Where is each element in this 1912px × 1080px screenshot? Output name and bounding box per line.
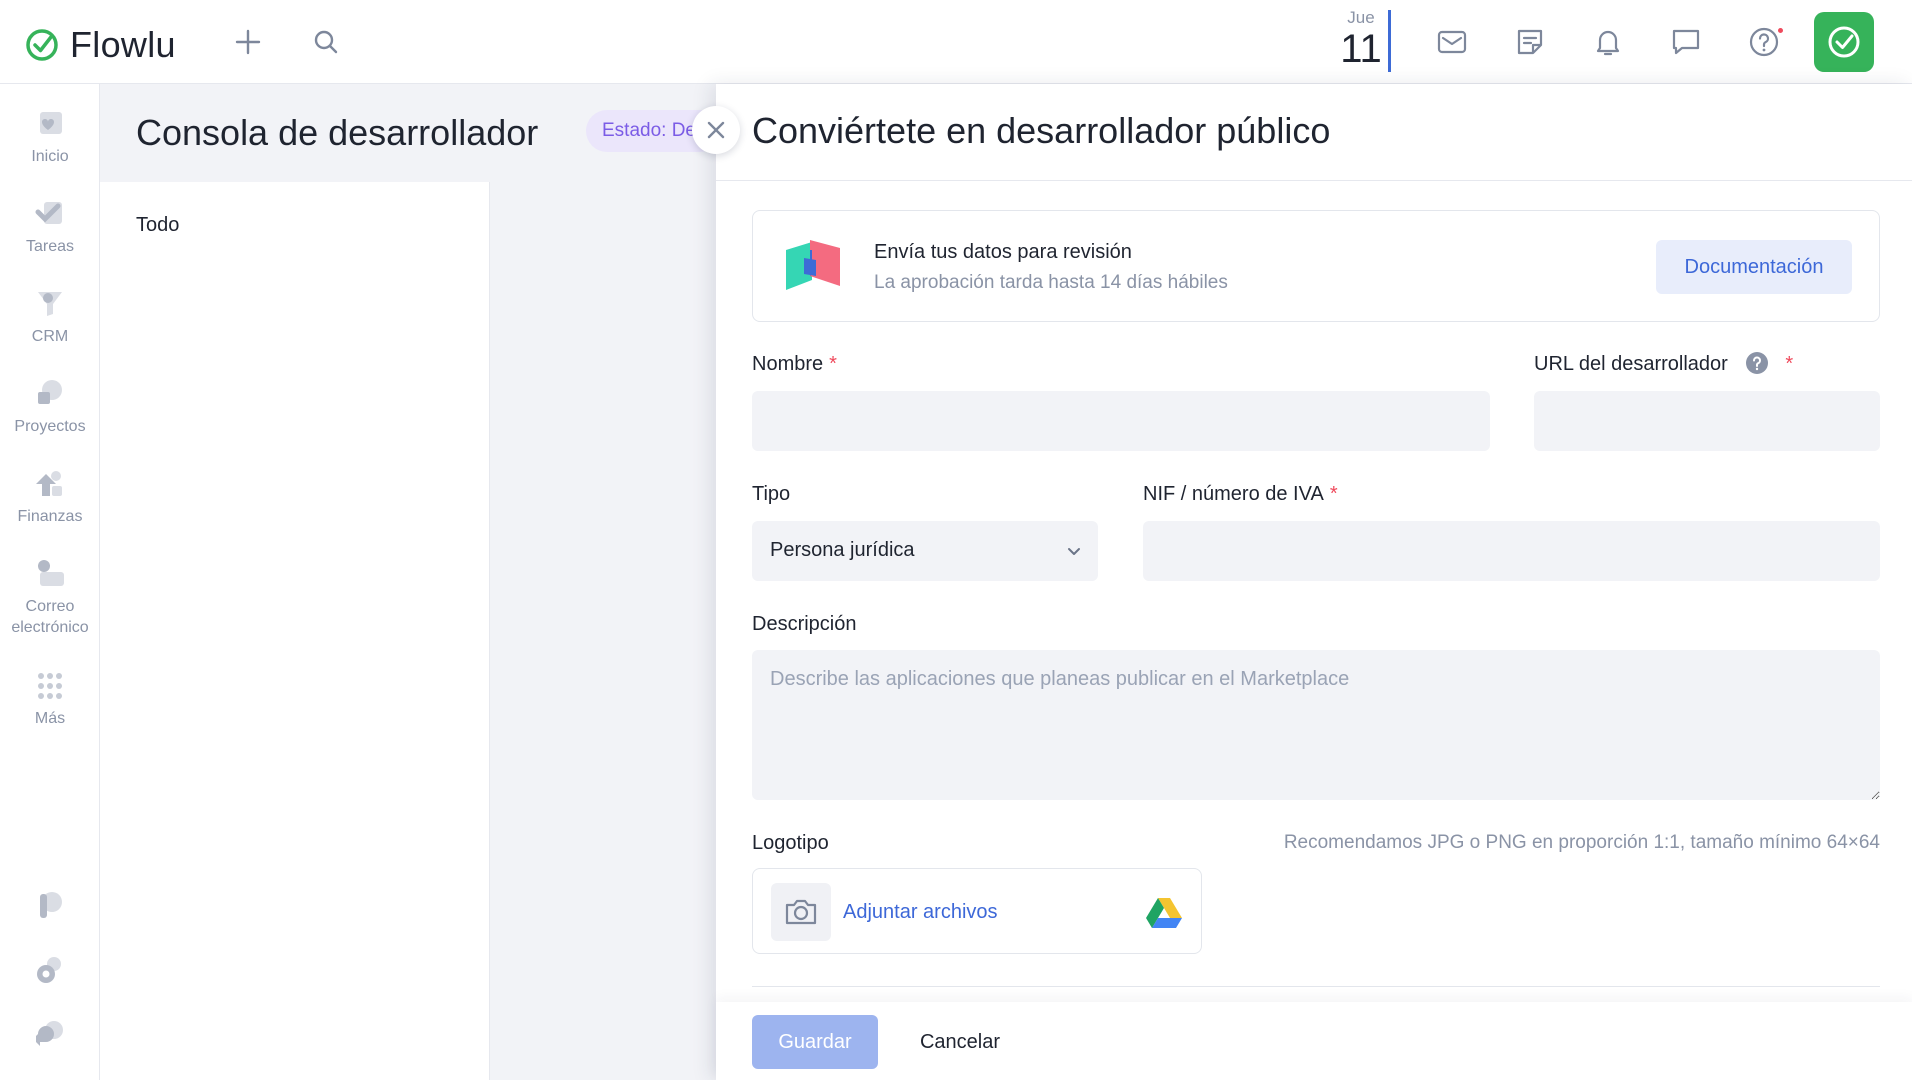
developer-url-input[interactable]: [1534, 391, 1880, 451]
sidebar-item-proyectos[interactable]: Proyectos: [0, 376, 100, 437]
type-label: Tipo: [752, 483, 791, 505]
email-icon: [38, 560, 64, 586]
vat-number-input[interactable]: [1143, 521, 1880, 581]
date-divider: [1388, 10, 1391, 72]
sidebar-item-label: Finanzas: [17, 508, 83, 525]
sidebar-item-label: Más: [34, 710, 66, 727]
documentation-button[interactable]: Documentación: [1656, 240, 1852, 294]
mail-icon[interactable]: [1432, 22, 1472, 62]
date-widget[interactable]: Jue 11: [1336, 8, 1386, 70]
sidebar-item-label: Inicio: [31, 148, 69, 165]
speech-bubble-icon: [36, 1021, 63, 1046]
sidebar-item-label: CRM: [31, 328, 69, 345]
home-icon: [40, 112, 62, 134]
app-name: Flowlu: [70, 24, 176, 65]
close-icon: [707, 121, 725, 139]
crm-funnel-icon: [38, 292, 62, 316]
tasks-icon: [35, 202, 62, 224]
marketplace-logo-icon: [786, 240, 840, 290]
attach-files-link[interactable]: Adjuntar archivos: [843, 901, 998, 924]
settings-icon[interactable]: [0, 952, 100, 992]
content-area: [490, 182, 720, 1080]
sidebar-item-inicio[interactable]: Inicio: [0, 106, 100, 167]
panel-divider: [716, 180, 1912, 181]
sidebar-item-label: Tareas: [25, 238, 75, 255]
pin-icon[interactable]: [0, 888, 100, 928]
gear-icon: [37, 957, 61, 983]
sidebar-item-label: Proyectos: [14, 418, 86, 435]
bell-icon[interactable]: [1588, 22, 1628, 62]
info-subtitle: La aprobación tarda hasta 14 días hábile…: [874, 272, 1228, 293]
sidebar-item-correo[interactable]: Correo electrónico: [0, 556, 100, 638]
logo-label: Logotipo: [752, 832, 829, 854]
cancel-button[interactable]: Cancelar: [900, 1015, 1020, 1069]
url-label-text: URL del desarrollador: [1534, 353, 1728, 375]
description-textarea[interactable]: [752, 650, 1880, 800]
required-marker: *: [829, 353, 837, 375]
camera-icon[interactable]: [771, 883, 831, 941]
name-label-text: Nombre: [752, 353, 824, 375]
panel-title: Conviértete en desarrollador público: [752, 110, 1331, 151]
required-marker: *: [1329, 483, 1338, 505]
type-select-value: Persona jurídica: [770, 539, 915, 561]
page-title: Consola de desarrollador: [136, 112, 539, 153]
vat-label: NIF / número de IVA *: [1143, 483, 1338, 506]
sidebar-item-finanzas[interactable]: Finanzas: [0, 466, 100, 527]
more-grid-icon: [38, 673, 62, 699]
logo-check-icon: [26, 29, 58, 61]
vat-label-text: NIF / número de IVA: [1143, 483, 1324, 505]
search-icon[interactable]: [306, 22, 346, 62]
close-button[interactable]: [692, 106, 740, 154]
type-select[interactable]: Persona jurídica: [752, 521, 1098, 581]
name-label: Nombre *: [752, 353, 837, 376]
sidebar-item-crm[interactable]: CRM: [0, 286, 100, 347]
sidebar-item-mas[interactable]: Más: [0, 668, 100, 729]
check-icon[interactable]: [1814, 12, 1874, 72]
add-icon[interactable]: [228, 22, 268, 62]
flowlu-logo[interactable]: Flowlu: [24, 24, 176, 66]
google-drive-icon[interactable]: [1146, 896, 1182, 928]
logo-hint: Recomendamos JPG o PNG en proporción 1:1…: [1283, 832, 1880, 853]
name-input[interactable]: [752, 391, 1490, 451]
sidebar-item-tareas[interactable]: Tareas: [0, 196, 100, 257]
top-bar: Flowlu Jue 11: [0, 0, 1912, 84]
list-item-todo[interactable]: Todo: [136, 214, 179, 237]
form-divider: [752, 986, 1880, 987]
pin-glyph-icon: [40, 892, 62, 918]
projects-icon: [38, 380, 62, 404]
date-number: 11: [1340, 27, 1382, 71]
support-chat-icon[interactable]: [0, 1016, 100, 1056]
finance-icon: [36, 471, 62, 496]
sidebar: Inicio Tareas CRM Proyectos Finanzas Cor…: [0, 84, 100, 1080]
form-footer: [716, 1002, 1912, 1080]
chat-icon[interactable]: [1666, 22, 1706, 62]
info-title: Envía tus datos para revisión: [874, 241, 1132, 263]
question-icon[interactable]: [1745, 351, 1769, 375]
filter-list: [100, 182, 490, 1080]
save-button[interactable]: Guardar: [752, 1015, 878, 1069]
chevron-down-icon: [1068, 548, 1080, 555]
description-label: Descripción: [752, 613, 857, 635]
notes-icon[interactable]: [1510, 22, 1550, 62]
date-day: Jue: [1347, 8, 1375, 27]
sidebar-item-label: Correo electrónico: [11, 598, 89, 636]
url-label: URL del desarrollador *: [1534, 351, 1794, 376]
notification-dot: [1776, 26, 1785, 35]
required-marker: *: [1785, 353, 1794, 375]
